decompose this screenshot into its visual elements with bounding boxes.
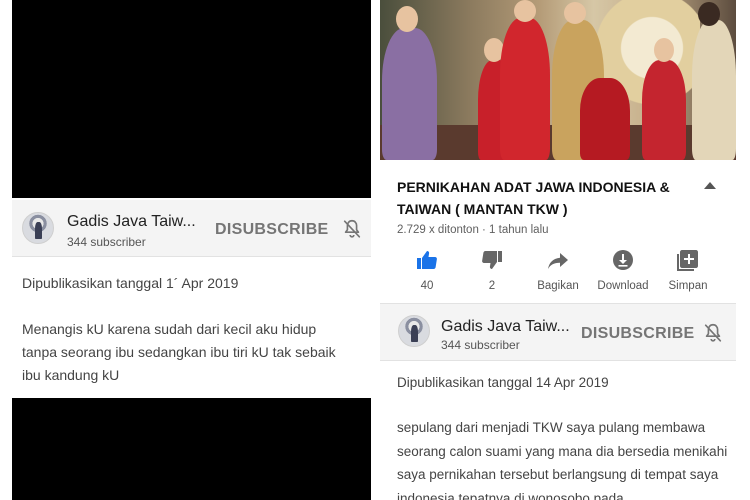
video-description: sepulang dari menjadi TKW saya pulang me… [397,420,728,500]
dislike-button[interactable]: 2 [457,248,527,292]
like-button[interactable]: 40 [392,248,462,292]
share-icon [548,253,568,269]
publish-date: Dipublikasikan tanggal 14 Apr 2019 [397,375,609,390]
left-screenshot: Gadis Java Taiw... 344 subscriber DISUBS… [12,0,371,500]
bell-off-icon[interactable] [341,218,363,240]
action-bar: 40 2 Bagikan Download Simpan [380,248,736,300]
view-count-and-date: 2.729 x ditonton · 1 tahun lalu [397,224,549,236]
video-description: Menangis kU karena sudah dari kecil aku … [22,321,336,383]
video-player-area-bottom[interactable] [12,398,371,500]
channel-avatar[interactable] [22,212,54,244]
like-count: 40 [420,280,434,292]
download-button[interactable]: Download [588,248,658,292]
video-thumbnail[interactable] [380,0,736,160]
video-player-area[interactable] [12,0,371,198]
thumb-down-icon [482,251,502,269]
chevron-up-icon[interactable] [703,180,717,190]
screenshot-gap [371,0,380,500]
channel-row: Gadis Java Taiw... 344 subscriber DISUBS… [12,200,371,256]
subscribed-button[interactable]: DISUBSCRIBE [581,325,695,343]
channel-name[interactable]: Gadis Java Taiw... [441,318,570,336]
channel-row: Gadis Java Taiw... 344 subscriber DISUBS… [380,304,736,360]
share-button[interactable]: Bagikan [523,248,593,292]
save-button[interactable]: Simpan [653,248,723,292]
add-to-playlist-icon [677,250,698,271]
dislike-count: 2 [488,280,496,292]
publish-date: Dipublikasikan tanggal 1´ Apr 2019 [22,275,239,291]
bell-off-icon[interactable] [702,322,724,344]
divider [12,256,371,257]
video-title: PERNIKAHAN ADAT JAWA INDONESIA & TAIWAN … [397,179,670,217]
divider [380,360,736,361]
subscribed-button[interactable]: DISUBSCRIBE [215,221,329,239]
download-label: Download [597,280,649,292]
channel-name[interactable]: Gadis Java Taiw... [67,213,196,231]
save-label: Simpan [668,280,708,292]
subscriber-count: 344 subscriber [67,235,146,249]
subscriber-count: 344 subscriber [441,338,520,352]
download-icon [613,250,633,270]
right-margin [736,0,750,500]
share-label: Bagikan [537,280,579,292]
channel-avatar[interactable] [398,315,430,347]
right-screenshot: PERNIKAHAN ADAT JAWA INDONESIA & TAIWAN … [380,0,736,500]
thumb-up-icon [417,251,437,269]
